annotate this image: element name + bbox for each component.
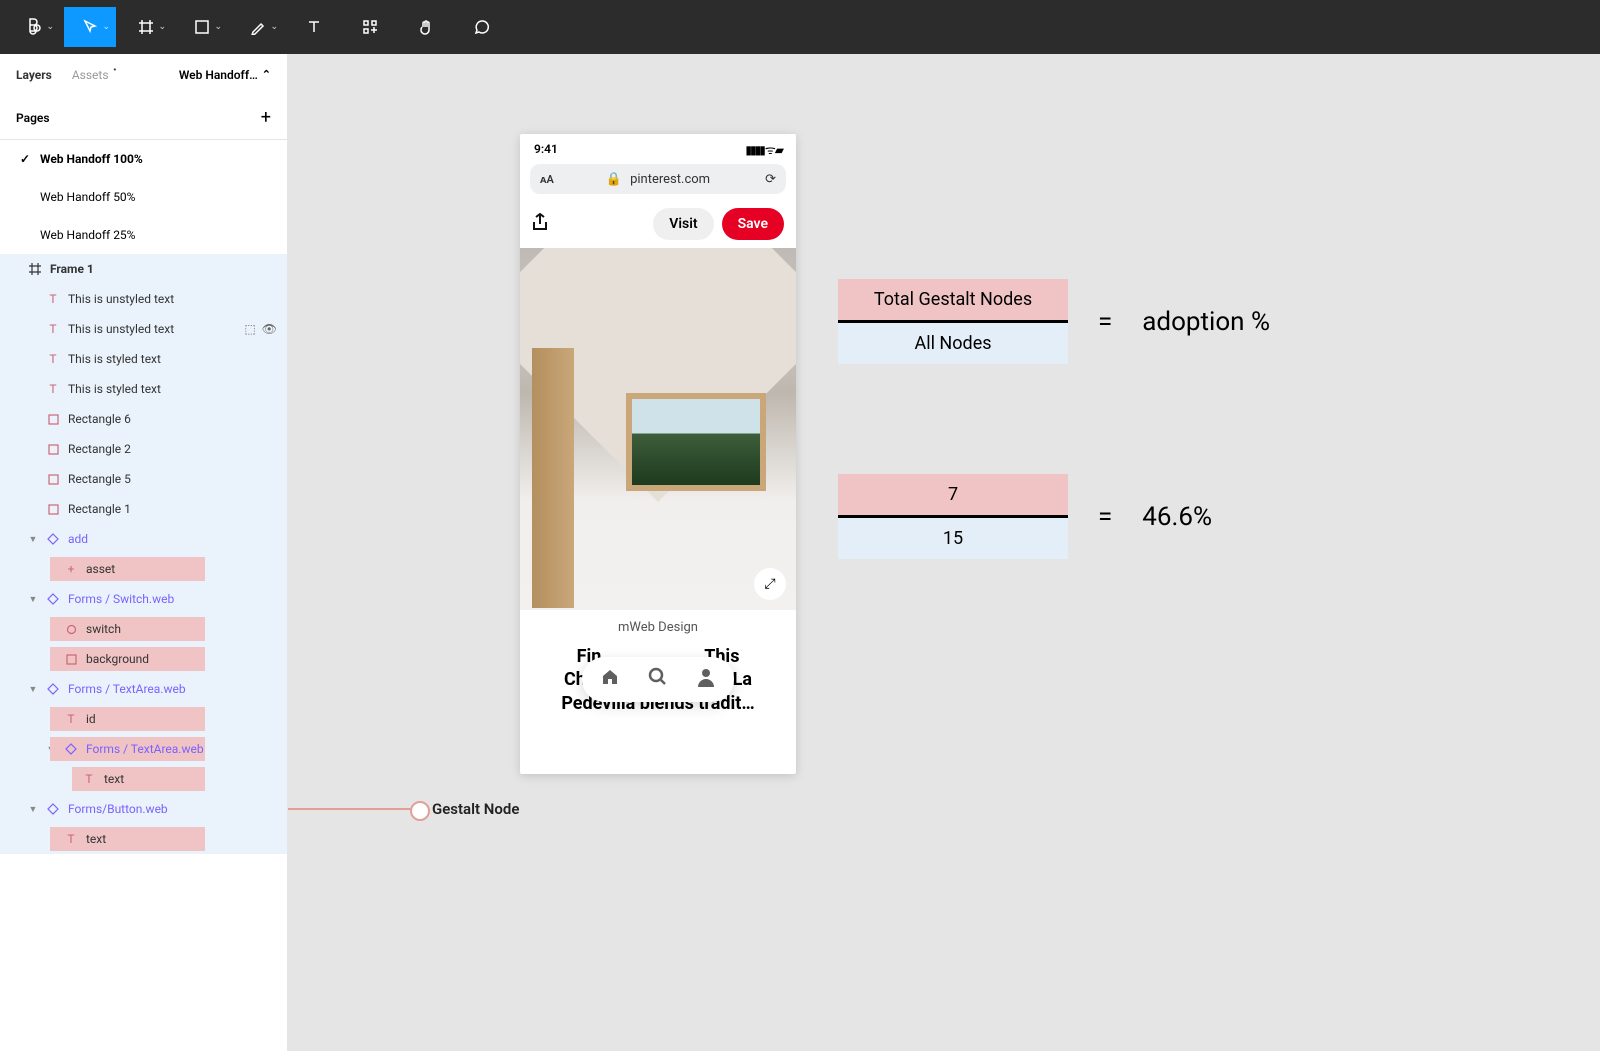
- text-tool-button[interactable]: [288, 7, 340, 47]
- canvas[interactable]: 9:41 ▮▮▮▮ ᯤ ▰ ᴀA 🔒 pinterest.com ⟳ Visit…: [288, 54, 1600, 1051]
- callout-line: [288, 808, 422, 810]
- fraction: 7 15: [838, 474, 1068, 559]
- expand-icon[interactable]: ⤢: [754, 568, 786, 600]
- denominator: All Nodes: [838, 323, 1068, 364]
- share-icon[interactable]: [532, 213, 548, 235]
- status-time: 9:41: [534, 142, 558, 156]
- page-item[interactable]: Web Handoff 25%: [0, 216, 287, 254]
- layer-row[interactable]: Ttext: [0, 824, 287, 854]
- layer-row[interactable]: ▼Forms / TextArea.web: [0, 734, 287, 764]
- chevron-down-icon: ⌄: [46, 22, 54, 32]
- pages-heading: Pages +: [0, 96, 287, 140]
- top-toolbar: ⌄ ⌄ ⌄ ⌄ ⌄: [0, 0, 1600, 54]
- gestalt-callout: Gestalt Node: [288, 800, 519, 818]
- shape-tool-button[interactable]: ⌄: [176, 7, 228, 47]
- result: 46.6%: [1142, 502, 1212, 532]
- layer-row[interactable]: TThis is unstyled text⬚👁: [0, 314, 287, 344]
- pin-action-bar: Visit Save: [520, 200, 796, 248]
- fraction: Total Gestalt Nodes All Nodes: [838, 279, 1068, 364]
- equals-sign: =: [1098, 307, 1112, 337]
- pages-label: Pages: [16, 111, 50, 125]
- layer-row[interactable]: switch: [0, 614, 287, 644]
- hand-tool-button[interactable]: [400, 7, 452, 47]
- layer-row[interactable]: ▼Forms / Switch.web: [0, 584, 287, 614]
- chevron-down-icon: ⌄: [102, 22, 110, 32]
- layer-row[interactable]: TThis is styled text: [0, 344, 287, 374]
- frame-tool-button[interactable]: ⌄: [120, 7, 172, 47]
- numerator: 7: [838, 474, 1068, 515]
- status-icons: ▮▮▮▮ ᯤ ▰: [745, 141, 782, 158]
- layer-row[interactable]: Rectangle 2: [0, 434, 287, 464]
- visibility-icon[interactable]: 👁: [262, 322, 277, 336]
- layer-row[interactable]: Frame 1: [0, 254, 287, 284]
- home-icon[interactable]: [600, 667, 620, 692]
- numerator: Total Gestalt Nodes: [838, 279, 1068, 320]
- battery-icon: ▰: [775, 143, 782, 157]
- chevron-down-icon: ⌄: [270, 22, 278, 32]
- pin-source: mWeb Design: [536, 620, 780, 635]
- layer-row[interactable]: Tid: [0, 704, 287, 734]
- layer-row[interactable]: ▼add: [0, 524, 287, 554]
- layer-row[interactable]: Rectangle 5: [0, 464, 287, 494]
- chevron-down-icon: ⌄: [214, 22, 222, 32]
- visit-button[interactable]: Visit: [653, 208, 713, 240]
- callout-label: Gestalt Node: [432, 800, 519, 818]
- left-panel: Layers Assets Web Handoff… ⌃ Pages + ✓We…: [0, 54, 288, 1051]
- pin-image: ⤢: [520, 248, 796, 610]
- chevron-down-icon: ⌄: [158, 22, 166, 32]
- pages-list: ✓Web Handoff 100%Web Handoff 50%Web Hand…: [0, 140, 287, 254]
- text-size-icon: ᴀA: [540, 173, 554, 186]
- refresh-icon[interactable]: ⟳: [765, 172, 776, 187]
- formula-adoption: Total Gestalt Nodes All Nodes = adoption…: [838, 279, 1270, 364]
- page-item[interactable]: ✓Web Handoff 100%: [0, 140, 287, 178]
- tab-layers[interactable]: Layers: [16, 68, 52, 82]
- search-icon[interactable]: [648, 667, 668, 692]
- address-bar[interactable]: ᴀA 🔒 pinterest.com ⟳: [530, 164, 786, 194]
- status-bar: 9:41 ▮▮▮▮ ᯤ ▰: [520, 134, 796, 164]
- tab-assets[interactable]: Assets: [72, 68, 109, 82]
- comment-tool-button[interactable]: [456, 7, 508, 47]
- layer-row[interactable]: ▼Forms / TextArea.web: [0, 674, 287, 704]
- chevron-updown-icon: ⌃: [262, 68, 271, 81]
- panel-tabs: Layers Assets Web Handoff… ⌃: [0, 54, 287, 96]
- bottom-nav[interactable]: [582, 657, 734, 702]
- page-item[interactable]: Web Handoff 50%: [0, 178, 287, 216]
- equals-sign: =: [1098, 502, 1112, 532]
- layer-row[interactable]: Rectangle 6: [0, 404, 287, 434]
- add-page-button[interactable]: +: [261, 107, 271, 128]
- pen-tool-button[interactable]: ⌄: [232, 7, 284, 47]
- layer-row[interactable]: TThis is styled text: [0, 374, 287, 404]
- file-switcher[interactable]: Web Handoff… ⌃: [179, 68, 271, 82]
- file-name: Web Handoff…: [179, 68, 258, 82]
- unlock-icon[interactable]: ⬚: [244, 322, 255, 336]
- layers-list: Frame 1TThis is unstyled textTThis is un…: [0, 254, 287, 1051]
- layer-row[interactable]: background: [0, 644, 287, 674]
- layer-row[interactable]: Rectangle 1: [0, 494, 287, 524]
- wifi-icon: ᯤ: [765, 143, 775, 157]
- denominator: 15: [838, 518, 1068, 559]
- lock-icon: 🔒: [606, 172, 622, 187]
- layer-row[interactable]: TThis is unstyled text: [0, 284, 287, 314]
- resources-tool-button[interactable]: [344, 7, 396, 47]
- result: adoption %: [1142, 307, 1270, 337]
- move-tool-button[interactable]: ⌄: [64, 7, 116, 47]
- layer-row[interactable]: ▼Forms/Button.web: [0, 794, 287, 824]
- layer-row[interactable]: Ttext: [0, 764, 287, 794]
- figma-menu-button[interactable]: ⌄: [8, 7, 60, 47]
- profile-icon[interactable]: [696, 667, 716, 692]
- mobile-mockup: 9:41 ▮▮▮▮ ᯤ ▰ ᴀA 🔒 pinterest.com ⟳ Visit…: [520, 134, 796, 774]
- url-text: pinterest.com: [630, 172, 710, 187]
- formula-example: 7 15 = 46.6%: [838, 474, 1212, 559]
- signal-icon: ▮▮▮▮: [745, 143, 763, 157]
- layer-row[interactable]: +asset: [0, 554, 287, 584]
- save-button[interactable]: Save: [722, 208, 784, 240]
